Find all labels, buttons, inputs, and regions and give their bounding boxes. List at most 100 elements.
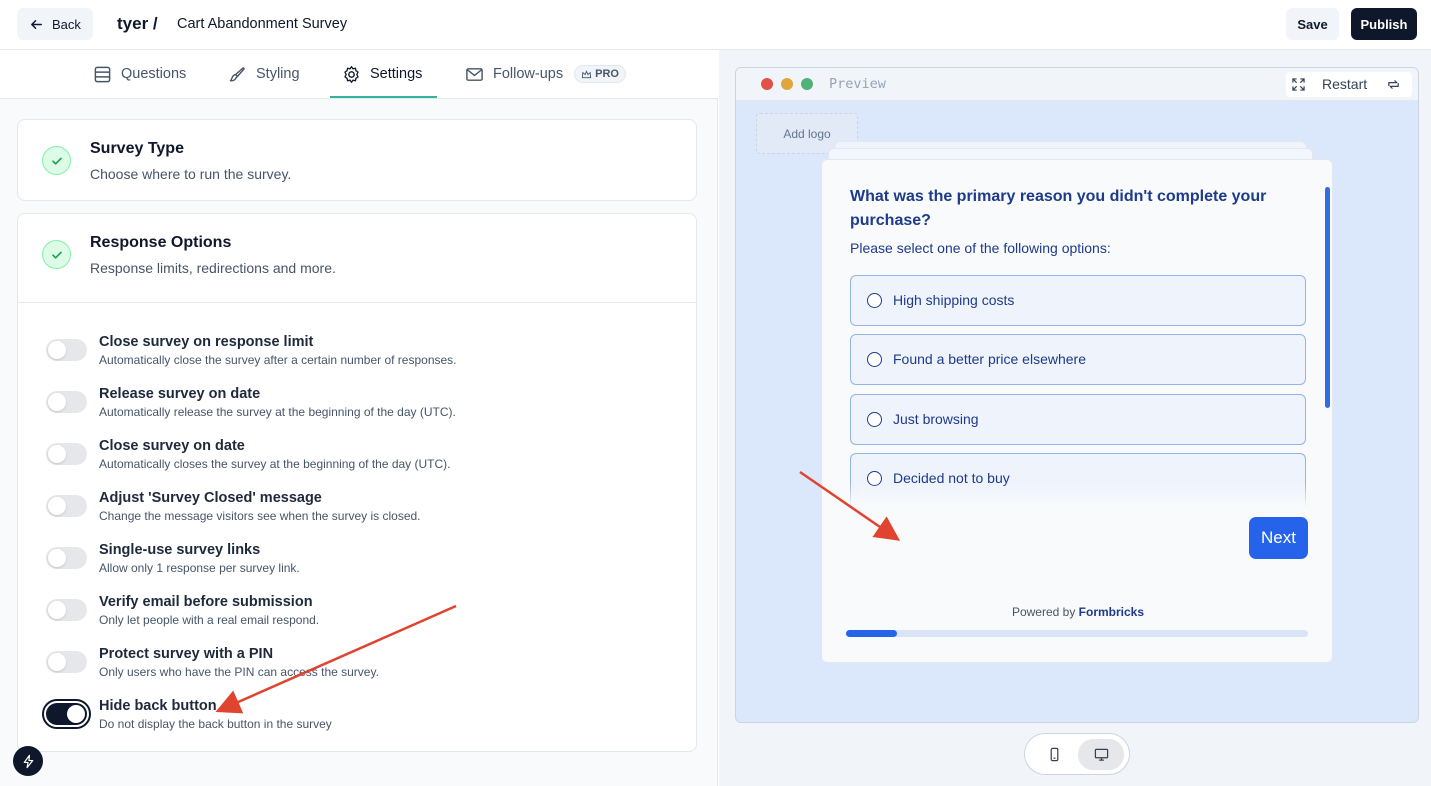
option-description: Automatically close the survey after a c… bbox=[99, 353, 457, 367]
option-description: Allow only 1 response per survey link. bbox=[99, 561, 300, 575]
check-circle-icon bbox=[42, 240, 71, 269]
mobile-view-button[interactable] bbox=[1033, 739, 1075, 770]
question-headline: What was the primary reason you didn't c… bbox=[850, 188, 1267, 229]
option-title: Protect survey with a PIN bbox=[99, 646, 274, 662]
toggle-switch[interactable] bbox=[46, 547, 87, 569]
option-title: Release survey on date bbox=[99, 386, 261, 402]
option-description: Do not display the back button in the su… bbox=[99, 717, 332, 731]
tab-styling[interactable]: Styling bbox=[228, 50, 300, 98]
back-label: Back bbox=[52, 16, 81, 32]
survey-question-card: What was the primary reason you didn't c… bbox=[821, 159, 1333, 663]
arrow-left-icon bbox=[31, 19, 42, 29]
option-protect-with-pin: Protect survey with a PIN Only users who… bbox=[46, 646, 686, 690]
choice-option[interactable]: Just browsing bbox=[850, 394, 1306, 445]
toggle-switch[interactable] bbox=[46, 443, 87, 465]
save-button[interactable]: Save bbox=[1286, 8, 1339, 40]
tab-questions[interactable]: Questions bbox=[93, 50, 186, 98]
check-circle-icon bbox=[42, 146, 71, 175]
editor-panel: Questions Styling Settings Follow-ups PR… bbox=[0, 50, 718, 786]
option-hide-back-button: Hide back button Do not display the back… bbox=[42, 698, 686, 742]
bolt-button[interactable] bbox=[13, 746, 43, 776]
question-subheader: Please select one of the following optio… bbox=[850, 240, 1111, 256]
toggle-switch[interactable] bbox=[46, 391, 87, 413]
option-title: Close survey on date bbox=[99, 438, 245, 454]
scroll-fade bbox=[850, 483, 1310, 507]
device-switcher bbox=[1024, 733, 1130, 775]
survey-name-input[interactable]: Cart Abandonment Survey bbox=[177, 16, 347, 32]
refresh-icon[interactable] bbox=[1386, 77, 1401, 92]
option-adjust-closed-message: Adjust 'Survey Closed' message Change th… bbox=[46, 490, 686, 534]
phone-icon bbox=[1050, 747, 1058, 762]
tab-follow-ups[interactable]: Follow-ups PRO bbox=[465, 50, 626, 98]
card-title: Response Options bbox=[90, 234, 232, 251]
tab-label: Questions bbox=[121, 66, 187, 82]
radio-button[interactable] bbox=[867, 412, 882, 427]
editor-tabs: Questions Styling Settings Follow-ups PR… bbox=[0, 50, 718, 99]
choice-label: Found a better price elsewhere bbox=[893, 351, 1086, 367]
option-single-use-links: Single-use survey links Allow only 1 res… bbox=[46, 542, 686, 586]
window-maximize-dot bbox=[801, 78, 813, 90]
window-close-dot bbox=[761, 78, 773, 90]
option-description: Automatically closes the survey at the b… bbox=[99, 457, 451, 471]
bolt-icon bbox=[23, 754, 33, 768]
choice-option[interactable]: High shipping costs bbox=[850, 275, 1306, 326]
response-options-card: Response Options Response limits, redire… bbox=[17, 213, 697, 752]
expand-icon[interactable] bbox=[1292, 78, 1305, 91]
monitor-icon bbox=[1094, 748, 1108, 761]
powered-by: Powered by Formbricks bbox=[822, 605, 1334, 619]
option-verify-email: Verify email before submission Only let … bbox=[46, 594, 686, 638]
card-title: Survey Type bbox=[90, 140, 184, 157]
back-button[interactable]: Back bbox=[17, 8, 93, 40]
toggle-switch[interactable] bbox=[42, 699, 91, 729]
option-close-on-date: Close survey on date Automatically close… bbox=[46, 438, 686, 482]
toggle-switch[interactable] bbox=[46, 651, 87, 673]
pro-badge-label: PRO bbox=[595, 68, 619, 80]
survey-type-card[interactable]: Survey Type Choose where to run the surv… bbox=[17, 119, 697, 201]
tab-label: Settings bbox=[370, 66, 423, 82]
preview-label: Preview bbox=[829, 76, 886, 92]
window-minimize-dot bbox=[781, 78, 793, 90]
formbricks-brand[interactable]: Formbricks bbox=[1079, 605, 1144, 619]
card-subtitle: Response limits, redirections and more. bbox=[90, 260, 336, 276]
tab-label: Styling bbox=[256, 66, 300, 82]
next-button[interactable]: Next bbox=[1249, 517, 1308, 559]
mail-icon bbox=[466, 67, 483, 81]
radio-button[interactable] bbox=[867, 293, 882, 308]
option-description: Automatically release the survey at the … bbox=[99, 405, 456, 419]
divider bbox=[18, 302, 696, 303]
progress-fill bbox=[846, 630, 897, 637]
crown-icon bbox=[581, 69, 592, 78]
preview-window: Preview Restart Add logo What was the pr… bbox=[735, 67, 1419, 723]
list-icon bbox=[94, 66, 111, 82]
choice-option[interactable]: Found a better price elsewhere bbox=[850, 334, 1306, 385]
desktop-view-button[interactable] bbox=[1078, 739, 1124, 770]
option-title: Adjust 'Survey Closed' message bbox=[99, 490, 322, 506]
option-title: Verify email before submission bbox=[99, 594, 313, 610]
tab-settings[interactable]: Settings bbox=[342, 50, 422, 98]
gear-icon bbox=[344, 65, 359, 83]
radio-button[interactable] bbox=[867, 352, 882, 367]
preview-panel: Preview Restart Add logo What was the pr… bbox=[719, 50, 1431, 786]
restart-controls: Restart bbox=[1286, 72, 1412, 97]
progress-bar bbox=[846, 630, 1308, 637]
option-title: Single-use survey links bbox=[99, 542, 261, 558]
active-tab-indicator bbox=[330, 96, 437, 98]
restart-button[interactable]: Restart bbox=[1322, 76, 1367, 92]
tab-label: Follow-ups bbox=[493, 66, 564, 82]
environment-name: tyer / bbox=[117, 14, 158, 33]
choice-label: High shipping costs bbox=[893, 292, 1015, 308]
option-description: Change the message visitors see when the… bbox=[99, 509, 421, 523]
option-title: Close survey on response limit bbox=[99, 334, 314, 350]
choice-label: Just browsing bbox=[893, 411, 979, 427]
toggle-switch[interactable] bbox=[46, 599, 87, 621]
top-bar: Back tyer / Cart Abandonment Survey Save… bbox=[0, 0, 1431, 50]
option-description: Only users who have the PIN can access t… bbox=[99, 665, 379, 679]
scrollbar[interactable] bbox=[1325, 187, 1330, 408]
powered-by-prefix: Powered by bbox=[1011, 605, 1076, 619]
option-description: Only let people with a real email respon… bbox=[99, 613, 320, 627]
toggle-switch[interactable] bbox=[46, 339, 87, 361]
publish-button[interactable]: Publish bbox=[1351, 8, 1417, 40]
option-close-on-response-limit: Close survey on response limit Automatic… bbox=[46, 334, 686, 378]
preview-window-bar: Preview Restart bbox=[736, 68, 1418, 101]
toggle-switch[interactable] bbox=[46, 495, 87, 517]
